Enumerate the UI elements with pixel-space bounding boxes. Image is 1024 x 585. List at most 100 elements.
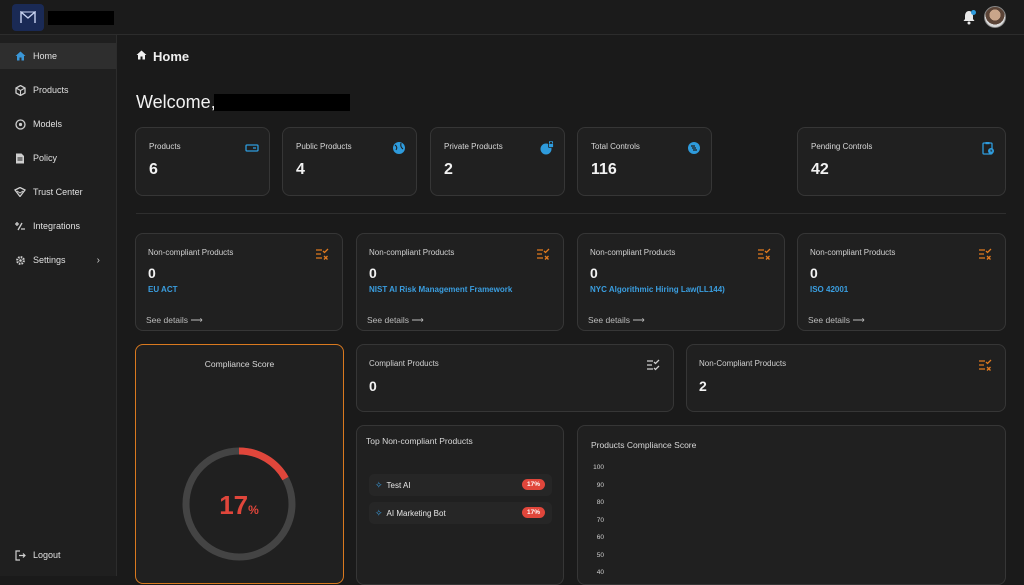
sidebar-item-products[interactable]: Products: [0, 77, 116, 103]
stat-card-private-products[interactable]: Private Products 2: [430, 127, 565, 196]
card-value: 0: [148, 265, 156, 281]
sparkle-icon: ✧: [375, 479, 383, 490]
logout-button[interactable]: Logout: [0, 542, 116, 568]
stat-label: Pending Controls: [811, 142, 873, 151]
sidebar-item-label: Policy: [33, 153, 58, 163]
see-details-link[interactable]: See details ⟶: [588, 315, 645, 326]
score-unit: %: [248, 503, 259, 517]
handshake-icon: [14, 186, 26, 198]
score-number: 17: [219, 490, 249, 520]
lock-globe-icon: [540, 141, 554, 155]
arrow-right-icon: ⟶: [190, 315, 203, 325]
stat-value: 4: [296, 161, 305, 178]
framework-link[interactable]: EU ACT: [148, 285, 177, 294]
clipboard-clock-icon: [982, 142, 994, 155]
sidebar-item-policy[interactable]: Policy: [0, 145, 116, 171]
checklist-x-icon: [316, 248, 329, 260]
sidebar-item-label: Integrations: [33, 221, 81, 231]
sidebar-item-label: Trust Center: [33, 187, 83, 197]
page-title: Home: [136, 49, 189, 64]
logout-icon: [14, 549, 26, 561]
compliant-products-card: Compliant Products 0: [356, 344, 674, 412]
top-noncompliant-card: Top Non-compliant Products ✧ Test AI 17%…: [356, 425, 564, 585]
products-card-icon: [245, 144, 259, 152]
stat-card-pending-controls[interactable]: Pending Controls 42: [797, 127, 1006, 196]
document-icon: [14, 152, 26, 164]
card-value: 0: [590, 265, 598, 281]
stat-value: 116: [591, 161, 617, 178]
card-label: Non-compliant Products: [148, 248, 234, 257]
see-details-label: See details: [588, 315, 631, 325]
stat-card-public-products[interactable]: Public Products 4: [282, 127, 417, 196]
cube-icon: [14, 84, 26, 96]
page-title-text: Home: [153, 49, 190, 64]
chart-y-tick: 80: [596, 499, 604, 506]
card-value: 0: [369, 265, 377, 281]
integrations-icon: [14, 220, 26, 232]
sidebar-item-home[interactable]: Home: [0, 43, 116, 69]
card-label: Non-compliant Products: [810, 248, 896, 257]
sidebar-item-models[interactable]: Models: [0, 111, 116, 137]
score-badge: 17%: [521, 507, 545, 518]
chart-title: Products Compliance Score: [591, 440, 697, 450]
list-item[interactable]: ✧ Test AI 17%: [369, 474, 552, 496]
checklist-x-icon: [979, 359, 992, 371]
sidebar-item-settings[interactable]: Settings ›: [0, 247, 116, 273]
redacted-org-name: [48, 11, 114, 25]
stat-label: Products: [149, 142, 181, 151]
stat-card-products[interactable]: Products 6: [135, 127, 270, 196]
chart-y-tick: 90: [596, 481, 604, 489]
sidebar-item-label: Models: [33, 119, 63, 129]
chevron-right-icon: ›: [96, 254, 100, 266]
score-badge: 17%: [521, 479, 545, 490]
see-details-link[interactable]: See details ⟶: [146, 315, 203, 326]
home-icon: [136, 50, 147, 63]
chart-y-tick: 50: [596, 551, 604, 559]
chart-y-tick: 40: [596, 569, 604, 576]
welcome-heading: Welcome,: [136, 92, 216, 113]
noncompliant-products-card: Non-Compliant Products 2: [686, 344, 1006, 412]
welcome-text: Welcome,: [136, 92, 216, 112]
chart-y-tick: 60: [596, 534, 604, 541]
see-details-label: See details: [367, 315, 410, 325]
home-icon: [14, 50, 26, 62]
sidebar-item-integrations[interactable]: Integrations: [0, 213, 116, 239]
globe-icon: [393, 142, 405, 154]
arrow-right-icon: ⟶: [411, 315, 424, 325]
arrow-right-icon: ⟶: [852, 315, 865, 325]
products-compliance-chart-card: Products Compliance Score 100 90 80 70 60 50 4…: [577, 425, 1006, 585]
stat-label: Private Products: [444, 142, 503, 151]
logout-label: Logout: [33, 550, 61, 560]
sidebar: Home Products Models Policy Trust Center…: [0, 35, 117, 576]
see-details-link[interactable]: See details ⟶: [367, 315, 424, 326]
framework-link[interactable]: NYC Algorithmic Hiring Law(LL144): [590, 285, 725, 294]
stat-label: Total Controls: [591, 142, 640, 151]
model-icon: [14, 118, 26, 130]
see-details-link[interactable]: See details ⟶: [808, 315, 865, 326]
noncompliant-card-iso: Non-compliant Products 0 ISO 42001 See d…: [797, 233, 1006, 331]
card-value: 0: [810, 265, 818, 281]
framework-link[interactable]: NIST AI Risk Management Framework: [369, 285, 512, 294]
checklist-x-icon: [758, 248, 771, 260]
stat-value: 6: [149, 161, 158, 178]
checklist-check-icon: [647, 359, 660, 371]
card-value: 2: [699, 378, 707, 394]
user-avatar[interactable]: [984, 6, 1006, 28]
noncompliant-card-nyc: Non-compliant Products 0 NYC Algorithmic…: [577, 233, 785, 331]
stat-value: 42: [811, 161, 829, 178]
list-item[interactable]: ✧ AI Marketing Bot 17%: [369, 502, 552, 524]
section-divider: [136, 213, 1006, 214]
sidebar-item-trust-center[interactable]: Trust Center: [0, 179, 116, 205]
framework-link[interactable]: ISO 42001: [810, 285, 848, 294]
sparkle-icon: ✧: [375, 507, 383, 518]
stat-card-total-controls[interactable]: Total Controls 116: [577, 127, 712, 196]
chart-y-tick: 100: [593, 464, 604, 471]
main-content: Home Welcome, Products 6 Public Products…: [118, 35, 1024, 585]
brand-logo-icon[interactable]: [12, 4, 44, 31]
compliance-score-title: Compliance Score: [204, 359, 275, 369]
card-label: Compliant Products: [369, 359, 439, 368]
gear-icon: [14, 254, 26, 266]
sidebar-item-label: Products: [33, 85, 69, 95]
notification-dot: [971, 10, 976, 15]
top-bar: [0, 0, 1024, 35]
